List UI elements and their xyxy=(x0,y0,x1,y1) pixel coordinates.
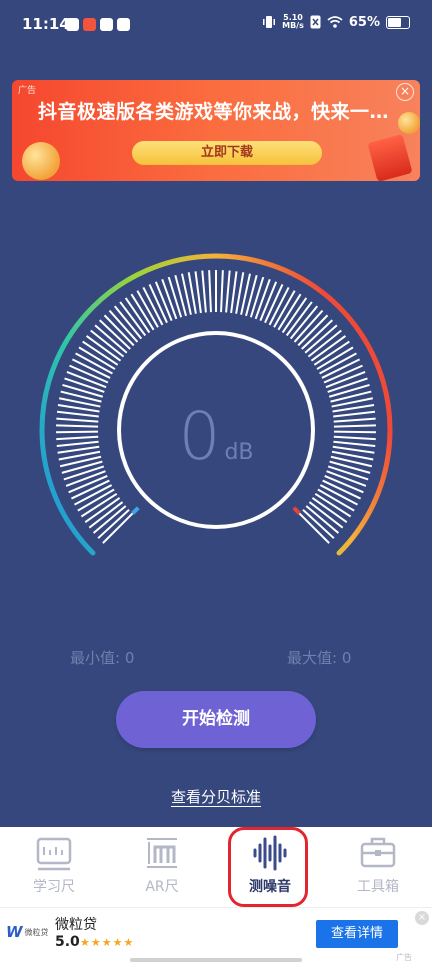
network-speed-unit: MB/s xyxy=(282,21,304,30)
status-app-icons xyxy=(66,18,130,31)
gauge-tick xyxy=(98,319,131,350)
nav-label: AR尺 xyxy=(145,879,179,895)
ruler-icon xyxy=(36,837,72,871)
gauge-tick xyxy=(297,314,329,347)
sim-off-icon xyxy=(310,15,321,29)
battery-percent: 65% xyxy=(348,14,380,30)
sound-unit: dB xyxy=(224,440,254,465)
ad-rating: 5.0 xyxy=(55,934,80,950)
gauge-tick xyxy=(328,383,370,398)
ad-brand-logo: W 微粒贷 xyxy=(6,923,49,941)
gauge-tick xyxy=(62,383,104,398)
min-value-label: 最小值: 0 xyxy=(70,649,135,667)
nav-label: 工具箱 xyxy=(357,879,399,895)
red-packet-decoration xyxy=(367,134,413,181)
gauge-start-marker xyxy=(131,506,140,515)
max-value-label: 最大值: 0 xyxy=(287,649,352,667)
gauge-tick xyxy=(167,276,183,318)
play-icon xyxy=(100,18,113,31)
gauge-tick xyxy=(102,512,134,544)
home-indicator[interactable] xyxy=(130,958,302,962)
ad-close-icon[interactable]: × xyxy=(415,911,429,925)
brand-logo-icon: W xyxy=(6,923,23,941)
gauge-tick xyxy=(225,270,231,313)
network-speed: 5.10 MB/s xyxy=(282,14,304,30)
bottom-nav: 学习尺 AR尺 测噪音 工具箱 xyxy=(0,827,432,907)
ad-download-button[interactable]: 立即下载 xyxy=(132,141,322,165)
gauge-tick xyxy=(298,512,330,544)
coin-decoration xyxy=(398,112,420,134)
ad-tag: 广告 xyxy=(396,953,412,962)
gauge-tick xyxy=(194,271,202,314)
coin-decoration xyxy=(22,142,60,180)
status-indicators: 5.10 MB/s 65% xyxy=(262,14,410,30)
active-tab-highlight xyxy=(228,827,308,907)
gauge-tick xyxy=(220,270,224,313)
gauge-tick xyxy=(208,270,212,313)
status-time: 11:14 xyxy=(22,15,70,33)
ad-close-icon[interactable]: × xyxy=(396,83,414,101)
ar-ruler-icon xyxy=(147,838,177,868)
battery-icon xyxy=(386,15,410,29)
gauge-tick xyxy=(230,271,238,314)
app-notification-icon xyxy=(66,18,79,31)
gauge-tick xyxy=(97,509,130,539)
bottom-ad-banner[interactable]: W 微粒贷 微粒贷 5.0 ★★★★★ 查看详情 × 广告 xyxy=(0,907,432,965)
nav-item-study-ruler[interactable]: 学习尺 xyxy=(0,827,108,907)
app-notification-icon xyxy=(83,18,96,31)
star-rating-icon: ★★★★★ xyxy=(80,936,135,949)
gauge-tick xyxy=(301,319,334,350)
ad-details-button[interactable]: 查看详情 xyxy=(316,920,398,948)
ad-tag: 广告 xyxy=(18,86,37,96)
gauge-tick xyxy=(103,314,135,347)
db-standard-link[interactable]: 查看分贝标准 xyxy=(0,786,432,807)
ad-headline: 抖音极速版各类游戏等你来战，快来一… xyxy=(38,101,390,123)
start-detect-button[interactable]: 开始检测 xyxy=(116,691,316,748)
nav-item-toolbox[interactable]: 工具箱 xyxy=(324,827,432,907)
gauge-tick xyxy=(249,276,265,318)
nav-item-ar-ruler[interactable]: AR尺 xyxy=(108,827,216,907)
app-notification-icon xyxy=(117,18,130,31)
vibrate-icon xyxy=(263,16,276,28)
sound-value: 0 xyxy=(178,398,221,475)
gauge-end-marker xyxy=(292,506,301,515)
nav-label: 学习尺 xyxy=(33,879,75,895)
gauge-tick xyxy=(201,270,207,313)
gauge-tick xyxy=(302,509,335,539)
wifi-icon xyxy=(327,16,343,28)
top-ad-banner[interactable]: 广告 × 抖音极速版各类游戏等你来战，快来一… 立即下载 xyxy=(12,80,420,181)
brand-logo-text: 微粒贷 xyxy=(24,927,49,937)
sound-reading: 0 dB xyxy=(0,398,432,475)
ad-brand-name: 微粒贷 xyxy=(55,917,97,933)
toolbox-icon xyxy=(360,837,396,868)
status-bar: 11:14 5.10 MB/s 65% xyxy=(0,0,432,52)
